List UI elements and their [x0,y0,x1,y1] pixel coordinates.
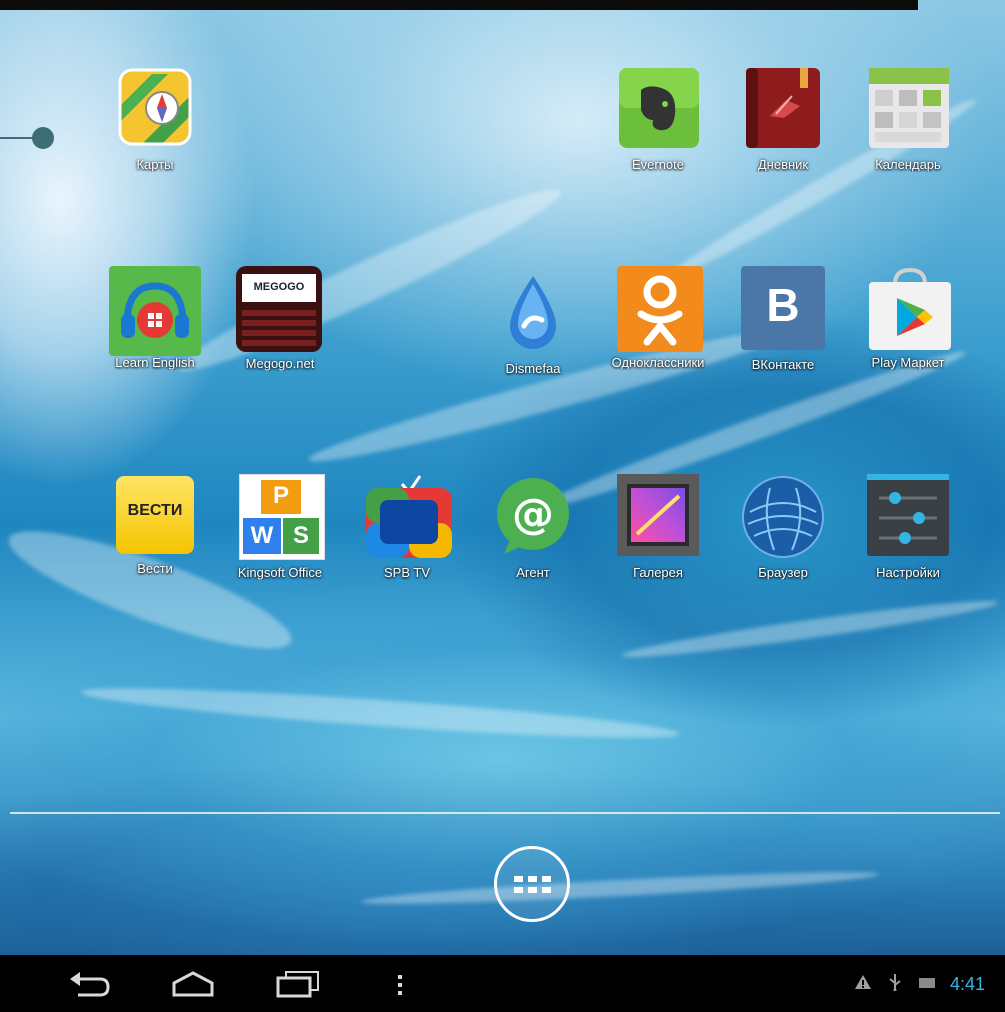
app-label: Dismefaa [505,361,561,376]
droplet-icon [490,270,576,356]
kingsoft-office-icon: P W S [237,474,325,560]
vesti-icon: ВЕСТИ [114,474,196,556]
spb-tv-icon [364,470,452,560]
agent-icon: @ [490,474,576,560]
kingsoft-p: P [272,482,289,509]
kingsoft-w: W [250,522,274,549]
app-maps[interactable]: Карты [95,66,215,172]
app-label: Одноклассники [611,355,705,370]
kingsoft-s: S [292,522,309,549]
usb-icon [888,973,902,996]
app-label: SPB TV [383,565,430,580]
warning-icon [854,974,872,995]
home-icon[interactable] [168,969,218,1004]
app-label: Галерея [633,565,683,580]
dock-divider [10,812,1000,814]
app-label: Kingsoft Office [237,565,323,580]
app-label: Play Маркет [871,355,945,370]
app-label: Evernote [631,157,685,172]
menu-icon[interactable] [396,975,404,1000]
app-gallery[interactable]: Галерея [598,474,718,580]
navigation-bar: 4:41 [0,955,1005,1012]
gallery-icon [615,474,701,560]
app-spb-tv[interactable]: SPB TV [347,470,467,580]
app-label: Настройки [876,565,940,580]
vk-logo-text: B [766,279,800,331]
app-label: Дневник [757,157,809,172]
app-learn-english[interactable]: Learn English [95,264,215,370]
calendar-icon [865,66,951,152]
top-bar [0,0,918,10]
app-diary[interactable]: Дневник [723,66,843,172]
svg-text:@: @ [512,489,554,538]
diary-icon [740,66,826,152]
app-label: Календарь [875,157,941,172]
vesti-logo-text: ВЕСТИ [127,502,183,519]
odnoklassniki-icon [615,264,703,352]
learn-english-icon [109,264,201,356]
play-market-icon [865,264,951,350]
page-indicator-dot [32,127,54,149]
status-area: 4:41 [854,973,985,996]
back-icon[interactable] [66,969,110,1004]
vkontakte-icon: B [739,264,827,352]
maps-icon [112,66,198,152]
recent-apps-icon[interactable] [274,969,324,1004]
megogo-icon: MEGOGO [234,264,326,356]
app-agent[interactable]: @ Агент [473,474,593,580]
app-label: Браузер [758,565,808,580]
app-label: Вести [137,561,173,576]
app-label: Megogo.net [245,356,315,371]
app-settings[interactable]: Настройки [848,474,968,580]
app-drawer-icon [513,875,551,893]
app-drawer-button[interactable] [494,846,570,922]
clock: 4:41 [949,974,985,994]
evernote-icon [615,66,701,152]
browser-icon [740,474,826,560]
battery-icon [918,976,936,994]
app-calendar[interactable]: Календарь [848,66,968,172]
megogo-logo-text: MEGOGO [253,281,305,293]
app-vkontakte[interactable]: B ВКонтакте [723,264,843,372]
settings-icon [865,474,951,560]
app-label: Карты [136,157,174,172]
app-kingsoft-office[interactable]: P W S Kingsoft Office [220,474,340,580]
app-play-market[interactable]: Play Маркет [848,264,968,370]
app-label: Агент [516,565,550,580]
app-megogo[interactable]: MEGOGO Megogo.net [220,264,340,371]
app-label: ВКонтакте [751,357,815,372]
app-evernote[interactable]: Evernote [598,66,718,172]
app-dismefaa[interactable]: Dismefaa [473,270,593,376]
app-vesti[interactable]: ВЕСТИ Вести [95,474,215,576]
app-odnoklassniki[interactable]: Одноклассники [598,264,718,370]
app-browser[interactable]: Браузер [723,474,843,580]
